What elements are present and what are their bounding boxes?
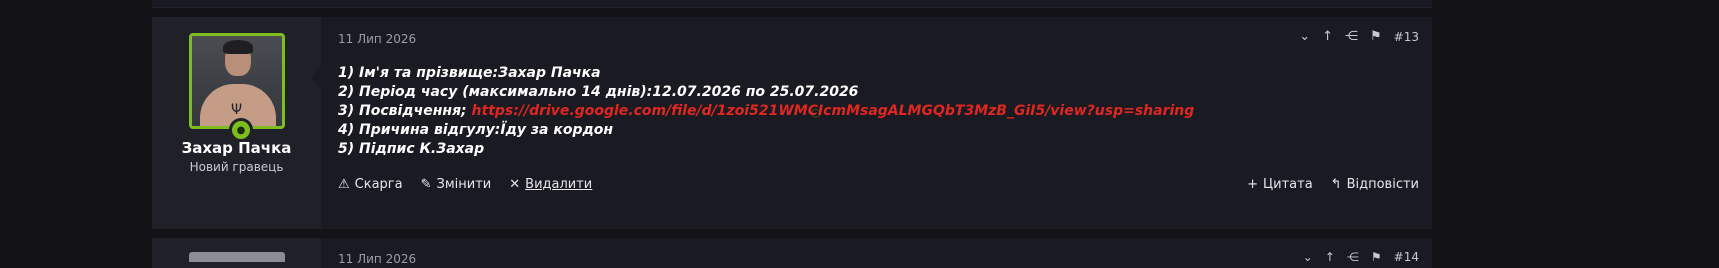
quote-button[interactable]: + Цитата <box>1247 177 1313 192</box>
post-author-panel: Ψ ● Захар Пачка Новий гравець <box>152 17 321 229</box>
post-top-actions: ⌄ ↑ ⋲ ⚑ #13 <box>1299 29 1419 45</box>
plus-icon: + <box>1247 176 1259 192</box>
next-post-author-panel <box>152 238 321 268</box>
report-button[interactable]: ⚠ Скарга <box>338 177 403 192</box>
next-share-icon[interactable]: ⋲ <box>1347 250 1359 264</box>
forum-post: Ψ ● Захар Пачка Новий гравець 11 Лип 202… <box>152 17 1432 229</box>
avatar-hair <box>223 40 253 54</box>
delete-button[interactable]: ✕ Видалити <box>509 177 592 192</box>
arrow-up-icon[interactable]: ↑ <box>1322 29 1333 45</box>
next-post-date[interactable]: 11 Лип 2026 <box>338 252 416 266</box>
edit-button[interactable]: ✎ Змінити <box>421 177 492 192</box>
share-icon[interactable]: ⋲ <box>1345 29 1358 45</box>
message-line-id-label: 3) Посвідчення; <box>338 103 472 119</box>
quote-label: Цитата <box>1263 176 1313 192</box>
message-line-id: 3) Посвідчення; https://drive.google.com… <box>338 102 1194 121</box>
next-post-number[interactable]: #14 <box>1394 250 1419 264</box>
next-chevron-down-icon[interactable]: ⌄ <box>1303 250 1313 264</box>
previous-post-bottom <box>152 0 1432 8</box>
next-arrow-up-icon[interactable]: ↑ <box>1325 250 1335 264</box>
warning-icon: ⚠ <box>338 176 350 192</box>
footer-left-actions: ⚠ Скарга ✎ Змінити ✕ Видалити <box>338 177 592 192</box>
message-line-name: 1) Ім'я та прізвище:Захар Пачка <box>338 65 601 81</box>
reply-icon: ↰ <box>1330 176 1342 192</box>
next-avatar[interactable] <box>189 252 285 262</box>
next-forum-post: 11 Лип 2026 ⌄ ↑ ⋲ ⚑ #14 <box>152 238 1432 268</box>
reply-label: Відповісти <box>1346 176 1419 192</box>
author-name[interactable]: Захар Пачка <box>152 139 321 157</box>
author-title: Новий гравець <box>189 160 284 174</box>
reply-button[interactable]: ↰ Відповісти <box>1331 177 1419 192</box>
pencil-icon: ✎ <box>420 176 432 192</box>
post-number[interactable]: #13 <box>1394 30 1419 44</box>
bookmark-icon[interactable]: ⚑ <box>1370 29 1382 45</box>
close-icon: ✕ <box>509 176 521 192</box>
post-date[interactable]: 11 Лип 2026 <box>338 32 416 46</box>
post-footer: ⚠ Скарга ✎ Змінити ✕ Видалити + Цитата ↰… <box>338 174 1419 194</box>
speech-arrow <box>311 67 321 89</box>
watermark-logo: ⬡ <box>811 107 821 120</box>
chevron-down-icon[interactable]: ⌄ <box>1299 29 1310 45</box>
message-line-period: 2) Період часу (максимально 14 днів):12.… <box>338 84 859 100</box>
avatar[interactable]: Ψ <box>189 33 285 129</box>
message-line-signature: 5) Підпис К.Захар <box>338 141 485 157</box>
edit-label: Змінити <box>436 176 492 192</box>
report-label: Скарга <box>354 176 403 192</box>
delete-label: Видалити <box>525 176 593 192</box>
document-link[interactable]: https://drive.google.com/file/d/1zoi521W… <box>472 103 1195 119</box>
trident-tattoo-icon: Ψ <box>231 102 243 118</box>
next-post-top-actions: ⌄ ↑ ⋲ ⚑ #14 <box>1303 250 1419 264</box>
next-bookmark-icon[interactable]: ⚑ <box>1371 250 1382 264</box>
post-message: 1) Ім'я та прізвище:Захар Пачка 2) Періо… <box>338 64 1194 159</box>
message-line-reason: 4) Причина відгулу:Їду за кордон <box>338 122 614 138</box>
footer-right-actions: + Цитата ↰ Відповісти <box>1247 177 1419 192</box>
post-content: 11 Лип 2026 ⌄ ↑ ⋲ ⚑ #13 1) Ім'я та прізв… <box>311 17 1432 229</box>
